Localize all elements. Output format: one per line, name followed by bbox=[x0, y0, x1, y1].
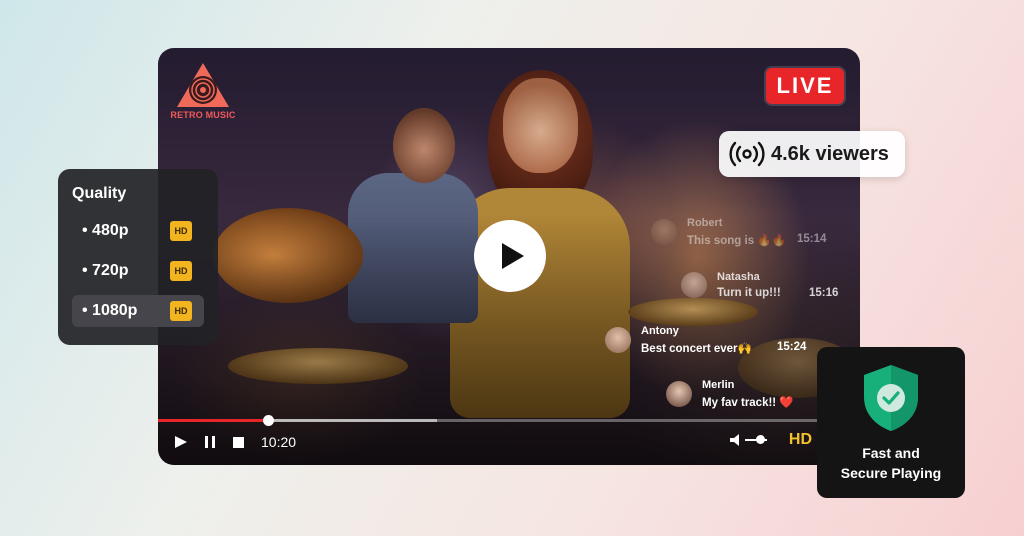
avatar bbox=[605, 327, 631, 353]
avatar bbox=[666, 381, 692, 407]
chat-text: My fav track!! ❤️ bbox=[702, 397, 794, 409]
chat-username: Antony bbox=[641, 325, 679, 337]
hd-toggle[interactable]: HD bbox=[789, 431, 812, 449]
quality-option-480p[interactable]: • 480p HD bbox=[72, 215, 204, 247]
hd-badge: HD bbox=[170, 261, 192, 281]
secure-line-1: Fast and bbox=[862, 445, 920, 461]
broadcast-icon bbox=[729, 141, 765, 167]
chat-message: Merlin My fav track!! ❤️ bbox=[666, 379, 812, 409]
viewer-count-badge: 4.6k viewers bbox=[719, 131, 905, 177]
secure-line-2: Secure Playing bbox=[840, 465, 942, 481]
seek-bar[interactable] bbox=[158, 415, 860, 426]
pause-icon bbox=[205, 436, 215, 448]
hd-badge: HD bbox=[170, 221, 192, 241]
chat-text: This song is 🔥🔥 bbox=[687, 235, 786, 247]
quality-option-1080p[interactable]: • 1080p HD bbox=[72, 295, 204, 327]
retro-music-logo-icon bbox=[176, 62, 230, 108]
stop-button[interactable] bbox=[232, 436, 245, 449]
chat-time: 15:16 bbox=[809, 287, 839, 299]
volume-slider[interactable] bbox=[744, 435, 767, 444]
quality-option-720p[interactable]: • 720p HD bbox=[72, 255, 204, 287]
chat-username: Natasha bbox=[717, 271, 760, 283]
right-controls: HD bbox=[729, 431, 812, 449]
chat-username: Robert bbox=[687, 217, 723, 229]
pause-button[interactable] bbox=[204, 435, 216, 449]
secure-caption: Fast and Secure Playing bbox=[841, 443, 941, 483]
chat-username: Merlin bbox=[702, 379, 735, 391]
volume-handle[interactable] bbox=[756, 435, 766, 444]
avatar bbox=[681, 272, 707, 298]
avatar bbox=[651, 219, 677, 245]
viewer-count: 4.6k viewers bbox=[771, 142, 889, 165]
play-button[interactable] bbox=[474, 220, 546, 292]
secure-playing-card: Fast and Secure Playing bbox=[817, 347, 965, 498]
chat-text: Turn it up!!! bbox=[717, 287, 781, 299]
quality-label: • 1080p bbox=[82, 302, 138, 319]
stop-icon bbox=[233, 436, 244, 448]
play-icon bbox=[501, 243, 524, 269]
progress-fill bbox=[158, 419, 269, 422]
quality-label: • 480p bbox=[82, 222, 129, 239]
quality-title: Quality bbox=[72, 185, 127, 202]
play-control-button[interactable] bbox=[174, 435, 188, 449]
elapsed-time: 10:20 bbox=[261, 434, 297, 450]
chat-message: Robert This song is 🔥🔥 15:14 bbox=[651, 217, 826, 247]
chat-time: 15:24 bbox=[777, 341, 807, 353]
logo-text: RETRO MUSIC bbox=[170, 110, 236, 120]
chat-text: Best concert ever🙌 bbox=[641, 343, 752, 355]
chat-message: Antony Best concert ever🙌 15:24 bbox=[605, 325, 806, 355]
chat-time: 15:14 bbox=[797, 233, 827, 245]
speaker-icon bbox=[729, 434, 739, 446]
quality-menu: Quality • 480p HD • 720p HD • 1080p HD bbox=[58, 169, 218, 345]
play-icon bbox=[175, 436, 187, 448]
channel-logo: RETRO MUSIC bbox=[170, 62, 236, 120]
hd-badge: HD bbox=[170, 301, 192, 321]
chat-message: Natasha Turn it up!!! 15:16 bbox=[681, 271, 838, 299]
live-badge: LIVE bbox=[766, 68, 844, 104]
volume-button[interactable] bbox=[729, 433, 743, 447]
playback-controls: 10:20 bbox=[174, 432, 296, 452]
video-player[interactable]: RETRO MUSIC LIVE Robert This song is 🔥🔥 … bbox=[158, 48, 860, 465]
shield-check-icon bbox=[864, 365, 918, 431]
quality-label: • 720p bbox=[82, 262, 129, 279]
